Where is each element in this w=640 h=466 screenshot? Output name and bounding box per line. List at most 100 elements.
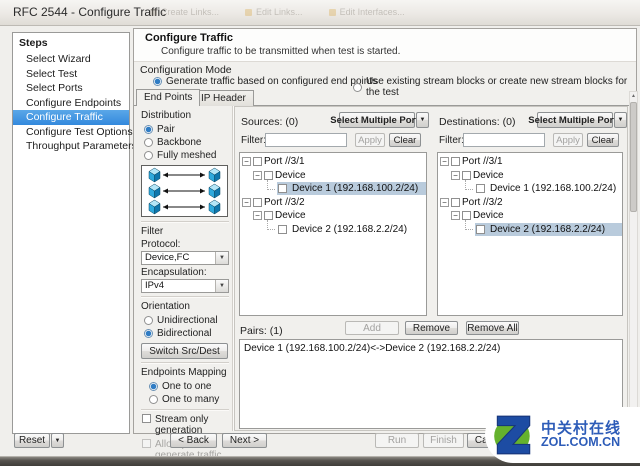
encapsulation-label: Encapsulation:: [141, 267, 229, 278]
collapse-icon[interactable]: −: [242, 157, 251, 166]
pair-item[interactable]: Device 1 (192.168.100.2/24)<->Device 2 (…: [244, 343, 618, 354]
tree-item-label: Port //3/2: [262, 197, 307, 208]
scrollbar-thumb[interactable]: [630, 102, 637, 212]
page-title: Configure Traffic: [145, 32, 233, 44]
chevron-down-icon[interactable]: ▼: [614, 112, 627, 128]
window-title: RFC 2544 - Configure Traffic: [13, 5, 166, 19]
sidebar-item-throughput-parameters[interactable]: Throughput Parameters: [13, 139, 129, 154]
collapse-icon[interactable]: −: [440, 157, 449, 166]
sources-apply-button[interactable]: Apply: [355, 133, 385, 147]
chevron-down-icon[interactable]: ▼: [215, 280, 228, 292]
select-multiple-ports-button[interactable]: Select Multiple Ports: [537, 112, 613, 128]
tree-item[interactable]: Device 2 (192.168.2.2/24): [242, 223, 426, 237]
sources-clear-button[interactable]: Clear: [389, 133, 421, 147]
tree-connector: [465, 220, 473, 230]
checkbox-icon[interactable]: [264, 211, 273, 220]
reset-dropdown-icon[interactable]: ▼: [51, 433, 64, 448]
collapse-icon[interactable]: −: [242, 198, 251, 207]
tree-item-label: Port //3/1: [460, 156, 505, 167]
destinations-apply-button[interactable]: Apply: [553, 133, 583, 147]
checkbox-icon[interactable]: [462, 211, 471, 220]
destinations-clear-button[interactable]: Clear: [587, 133, 619, 147]
tree-item-label: Device 2 (192.168.2.2/24): [488, 224, 607, 235]
checkbox-icon[interactable]: [476, 225, 485, 234]
tree-item[interactable]: Device 1 (192.168.100.2/24): [440, 182, 622, 196]
tree-item[interactable]: − Port //3/2: [242, 196, 426, 210]
zol-watermark-text: 中关村在线 ZOL.COM.CN: [541, 421, 621, 450]
destinations-filter-label: Filter:: [439, 135, 464, 146]
radio-pair[interactable]: Pair: [144, 123, 229, 136]
encapsulation-value: IPv4: [142, 280, 215, 292]
sidebar-item-select-ports[interactable]: Select Ports: [13, 81, 129, 96]
radio-backbone[interactable]: Backbone: [144, 136, 229, 149]
encapsulation-dropdown[interactable]: IPv4 ▼: [141, 279, 229, 293]
remove-all-button[interactable]: Remove All: [466, 321, 519, 335]
tree-item[interactable]: − Port //3/1: [242, 155, 426, 169]
collapse-icon[interactable]: −: [253, 211, 262, 220]
sources-label: Sources: (0): [241, 116, 298, 128]
collapse-icon[interactable]: −: [253, 171, 262, 180]
checkbox-icon[interactable]: [278, 225, 287, 234]
window-titlebar[interactable]: RFC 2544 - Configure Traffic Create Link…: [0, 0, 640, 26]
section-divider: [141, 409, 229, 411]
collapse-icon[interactable]: −: [440, 198, 449, 207]
filter-section-label: Filter: [141, 226, 229, 237]
destinations-filter-input[interactable]: [463, 133, 545, 147]
tree-item[interactable]: − Port //3/2: [440, 196, 622, 210]
protocol-dropdown[interactable]: Device,FC ▼: [141, 251, 229, 265]
run-button[interactable]: Run: [375, 433, 419, 448]
sidebar-item-configure-endpoints[interactable]: Configure Endpoints: [13, 96, 129, 111]
radio-fully-meshed[interactable]: Fully meshed: [144, 149, 229, 162]
checkbox-icon: [142, 414, 151, 423]
sidebar-item-select-test[interactable]: Select Test: [13, 67, 129, 82]
select-multiple-ports-button[interactable]: Select Multiple Ports: [339, 112, 415, 128]
checkbox-icon[interactable]: [253, 157, 262, 166]
chevron-down-icon[interactable]: ▼: [416, 112, 429, 128]
chevron-down-icon[interactable]: ▼: [215, 252, 228, 264]
sidebar-item-select-wizard[interactable]: Select Wizard: [13, 52, 129, 67]
steps-panel: Steps Select Wizard Select Test Select P…: [12, 32, 130, 434]
radio-generate-traffic[interactable]: Generate traffic based on configured end…: [153, 76, 377, 87]
checkbox-icon[interactable]: [264, 171, 273, 180]
remove-button[interactable]: Remove: [405, 321, 458, 335]
switch-src-dest-button[interactable]: Switch Src/Dest: [141, 343, 228, 359]
sources-filter-input[interactable]: [265, 133, 347, 147]
collapse-icon[interactable]: −: [451, 171, 460, 180]
vertical-scrollbar[interactable]: ▲ ▼: [629, 91, 638, 437]
zol-logo-icon: [490, 412, 536, 458]
collapse-icon[interactable]: −: [451, 211, 460, 220]
tab-ip-header[interactable]: IP Header: [193, 90, 254, 106]
checkbox-icon[interactable]: [451, 157, 460, 166]
checkbox-icon[interactable]: [476, 184, 485, 193]
back-button[interactable]: < Back: [170, 433, 217, 448]
scroll-up-icon[interactable]: ▲: [630, 92, 637, 101]
radio-one-to-one[interactable]: One to one: [149, 380, 229, 393]
tree-item-label: Device: [273, 170, 308, 181]
checkbox-icon[interactable]: [278, 184, 287, 193]
reset-button[interactable]: Reset: [14, 433, 50, 448]
tree-item[interactable]: Device 1 (192.168.100.2/24): [242, 182, 426, 196]
add-button[interactable]: Add: [345, 321, 399, 335]
radio-label: Backbone: [157, 137, 201, 148]
tree-item-label: Device 1 (192.168.100.2/24): [290, 183, 420, 194]
radio-one-to-many[interactable]: One to many: [149, 393, 229, 406]
checkbox-icon[interactable]: [253, 198, 262, 207]
background-toolbar-item: Edit Interfaces...: [329, 7, 405, 17]
radio-bidirectional[interactable]: Bidirectional: [144, 327, 229, 340]
tree-item-label: Port //3/1: [262, 156, 307, 167]
sidebar-item-configure-test-options[interactable]: Configure Test Options: [13, 125, 129, 140]
page-subtitle: Configure traffic to be transmitted when…: [161, 46, 400, 57]
radio-unidirectional[interactable]: Unidirectional: [144, 314, 229, 327]
finish-button[interactable]: Finish: [423, 433, 464, 448]
tree-item[interactable]: Device 2 (192.168.2.2/24): [440, 223, 622, 237]
checkbox-icon[interactable]: [462, 171, 471, 180]
next-button[interactable]: Next >: [222, 433, 267, 448]
radio-icon: [153, 77, 162, 86]
background-window-toolbar: Create Links... Edit Links... Edit Inter…: [150, 7, 405, 17]
orientation-label: Orientation: [141, 301, 229, 312]
radio-label: Bidirectional: [157, 328, 211, 339]
checkbox-icon[interactable]: [451, 198, 460, 207]
sidebar-item-configure-traffic[interactable]: Configure Traffic: [13, 110, 129, 125]
tree-item[interactable]: − Port //3/1: [440, 155, 622, 169]
tab-end-points[interactable]: End Points: [136, 89, 200, 106]
